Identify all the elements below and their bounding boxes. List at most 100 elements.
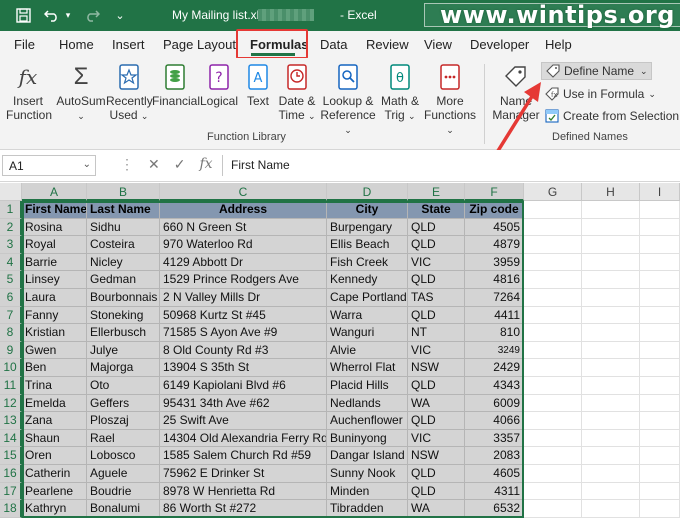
- table-cell[interactable]: 71585 S Ayon Ave #9: [160, 324, 327, 342]
- table-cell[interactable]: 4411: [465, 306, 524, 325]
- empty-cell[interactable]: [582, 500, 640, 518]
- table-cell[interactable]: NSW: [408, 447, 465, 465]
- empty-cell[interactable]: [524, 412, 582, 430]
- table-cell[interactable]: 95431 34th Ave #62: [160, 394, 327, 413]
- table-cell[interactable]: Ellis Beach: [327, 236, 408, 254]
- name-box-dropdown-icon[interactable]: ⌄: [83, 159, 91, 170]
- table-cell[interactable]: 2083: [465, 447, 524, 465]
- table-cell[interactable]: 660 N Green St: [160, 218, 327, 237]
- use-in-formula-dropdown-icon[interactable]: ⌄: [648, 89, 656, 100]
- empty-cell[interactable]: [524, 324, 582, 342]
- table-cell[interactable]: Costeira: [87, 236, 160, 254]
- table-cell[interactable]: Boudrie: [87, 482, 160, 501]
- empty-cell[interactable]: [524, 218, 582, 237]
- empty-cell[interactable]: [640, 500, 680, 518]
- table-cell[interactable]: 13904 S 35th St: [160, 359, 327, 377]
- table-header-cell[interactable]: Address: [160, 201, 327, 219]
- empty-cell[interactable]: [524, 359, 582, 377]
- empty-cell[interactable]: [582, 218, 640, 237]
- empty-cell[interactable]: [582, 289, 640, 307]
- table-cell[interactable]: Alvie: [327, 341, 408, 360]
- empty-cell[interactable]: [524, 447, 582, 465]
- empty-cell[interactable]: [640, 253, 680, 272]
- table-cell[interactable]: Auchenflower: [327, 412, 408, 430]
- empty-cell[interactable]: [640, 465, 680, 483]
- table-cell[interactable]: Buninyong: [327, 429, 408, 448]
- table-cell[interactable]: Gedman: [87, 271, 160, 289]
- table-cell[interactable]: QLD: [408, 306, 465, 325]
- column-header-f[interactable]: F: [465, 183, 524, 201]
- table-cell[interactable]: Aguele: [87, 465, 160, 483]
- table-cell[interactable]: 4505: [465, 218, 524, 237]
- empty-cell[interactable]: [524, 236, 582, 254]
- table-cell[interactable]: Ben: [22, 359, 87, 377]
- table-header-cell[interactable]: First Name: [22, 201, 87, 219]
- row-header-6[interactable]: 6: [0, 289, 22, 307]
- table-cell[interactable]: VIC: [408, 429, 465, 448]
- table-cell[interactable]: Gwen: [22, 341, 87, 360]
- empty-cell[interactable]: [582, 201, 640, 219]
- text-button[interactable]: A Text: [240, 62, 276, 108]
- table-cell[interactable]: 8 Old County Rd #3: [160, 341, 327, 360]
- table-cell[interactable]: Nicley: [87, 253, 160, 272]
- row-header-17[interactable]: 17: [0, 482, 22, 501]
- empty-cell[interactable]: [524, 482, 582, 501]
- table-cell[interactable]: VIC: [408, 341, 465, 360]
- table-cell[interactable]: Dangar Island: [327, 447, 408, 465]
- table-cell[interactable]: Kennedy: [327, 271, 408, 289]
- table-header-cell[interactable]: State: [408, 201, 465, 219]
- tab-data[interactable]: Data: [320, 37, 347, 52]
- table-cell[interactable]: Wherrol Flat: [327, 359, 408, 377]
- empty-cell[interactable]: [524, 429, 582, 448]
- empty-cell[interactable]: [582, 341, 640, 360]
- row-header-11[interactable]: 11: [0, 377, 22, 395]
- table-cell[interactable]: Rael: [87, 429, 160, 448]
- table-cell[interactable]: 6532: [465, 500, 524, 518]
- empty-cell[interactable]: [524, 500, 582, 518]
- empty-cell[interactable]: [640, 289, 680, 307]
- column-header-c[interactable]: C: [160, 183, 327, 201]
- table-cell[interactable]: 4129 Abbott Dr: [160, 253, 327, 272]
- empty-cell[interactable]: [582, 429, 640, 448]
- table-cell[interactable]: Nedlands: [327, 394, 408, 413]
- table-cell[interactable]: 4879: [465, 236, 524, 254]
- column-header-h[interactable]: H: [582, 183, 640, 201]
- date-time-button[interactable]: Date & Time ⌄: [276, 62, 318, 123]
- row-header-16[interactable]: 16: [0, 465, 22, 483]
- table-cell[interactable]: 25 Swift Ave: [160, 412, 327, 430]
- table-cell[interactable]: 75962 E Drinker St: [160, 465, 327, 483]
- table-cell[interactable]: Stoneking: [87, 306, 160, 325]
- empty-cell[interactable]: [640, 201, 680, 219]
- empty-cell[interactable]: [582, 447, 640, 465]
- empty-cell[interactable]: [640, 236, 680, 254]
- tab-developer[interactable]: Developer: [470, 37, 529, 52]
- table-cell[interactable]: Emelda: [22, 394, 87, 413]
- empty-cell[interactable]: [582, 236, 640, 254]
- table-header-cell[interactable]: Zip code: [465, 201, 524, 219]
- empty-cell[interactable]: [640, 482, 680, 501]
- row-header-5[interactable]: 5: [0, 271, 22, 289]
- table-cell[interactable]: Lobosco: [87, 447, 160, 465]
- math-trig-button[interactable]: θ Math & Trig ⌄: [378, 62, 422, 123]
- table-cell[interactable]: Trina: [22, 377, 87, 395]
- table-cell[interactable]: Sunny Nook: [327, 465, 408, 483]
- table-cell[interactable]: 4605: [465, 465, 524, 483]
- financial-button[interactable]: Financial: [152, 62, 200, 108]
- row-header-4[interactable]: 4: [0, 253, 22, 272]
- table-cell[interactable]: 3959: [465, 253, 524, 272]
- table-cell[interactable]: 1529 Prince Rodgers Ave: [160, 271, 327, 289]
- row-header-13[interactable]: 13: [0, 412, 22, 430]
- table-cell[interactable]: QLD: [408, 377, 465, 395]
- table-cell[interactable]: Ellerbusch: [87, 324, 160, 342]
- more-functions-button[interactable]: More Functions ⌄: [422, 62, 478, 137]
- empty-cell[interactable]: [524, 289, 582, 307]
- table-cell[interactable]: 86 Worth St #272: [160, 500, 327, 518]
- use-in-formula-button[interactable]: fx Use in Formula ⌄: [544, 85, 656, 103]
- column-header-i[interactable]: I: [640, 183, 680, 201]
- undo-dropdown-icon[interactable]: ▾: [63, 6, 73, 24]
- row-header-15[interactable]: 15: [0, 447, 22, 465]
- empty-cell[interactable]: [640, 306, 680, 325]
- table-cell[interactable]: Tibradden: [327, 500, 408, 518]
- column-header-b[interactable]: B: [87, 183, 160, 201]
- table-cell[interactable]: WA: [408, 394, 465, 413]
